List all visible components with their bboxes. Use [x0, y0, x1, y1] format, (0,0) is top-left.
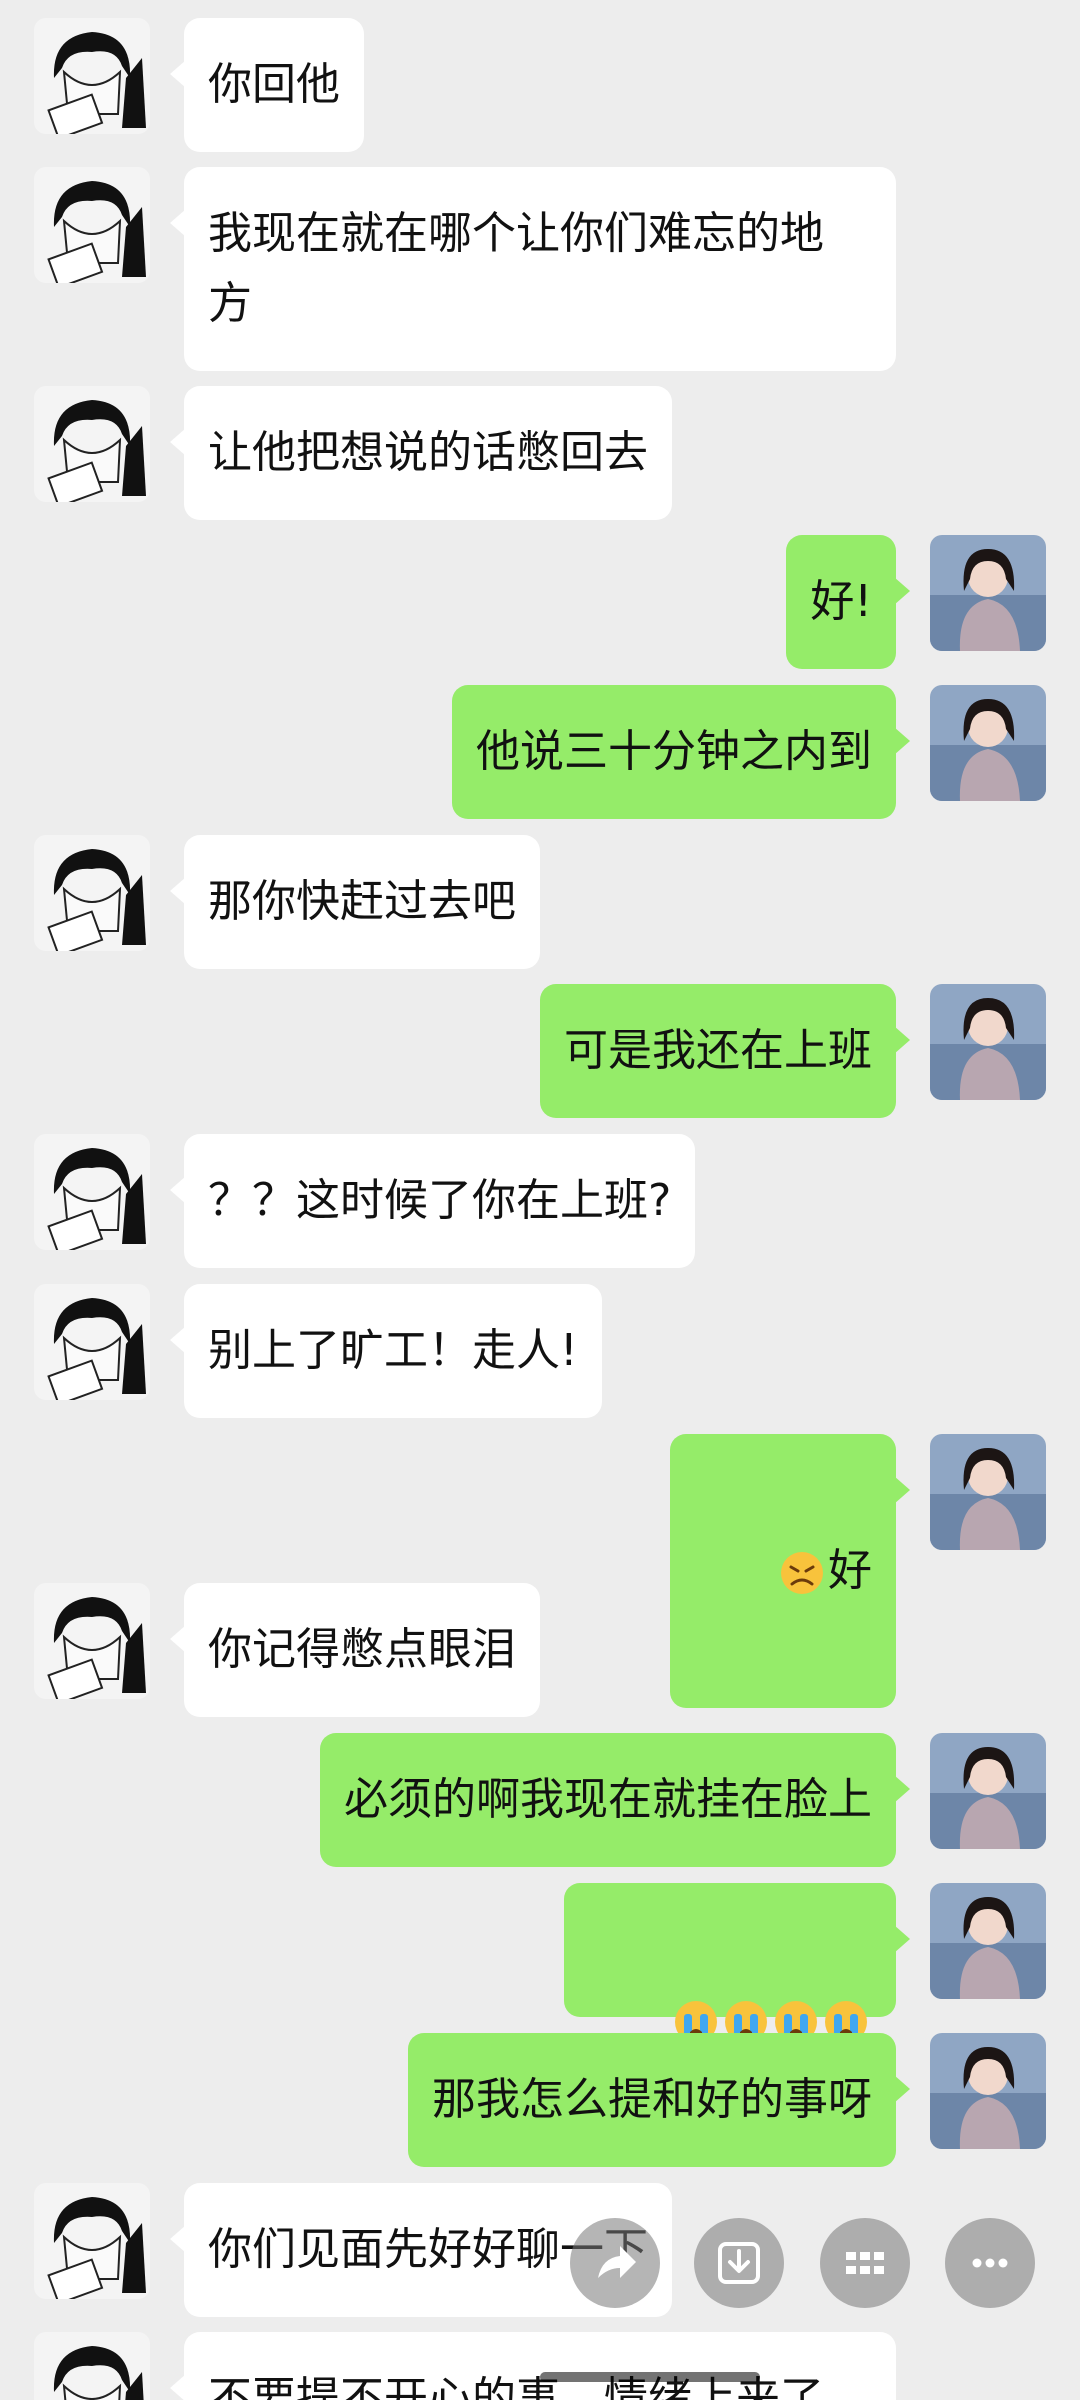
contact-avatar[interactable] — [34, 167, 150, 283]
my-avatar[interactable] — [930, 984, 1046, 1100]
more-button[interactable] — [945, 2218, 1035, 2308]
contact-avatar[interactable] — [34, 386, 150, 502]
download-button[interactable] — [694, 2218, 784, 2308]
grid-icon — [846, 2252, 884, 2274]
contact-avatar[interactable] — [34, 835, 150, 951]
message-bubble[interactable]: 我现在就在哪个让你们难忘的地 方 — [170, 167, 896, 371]
my-avatar[interactable] — [930, 1883, 1046, 1999]
message-bubble[interactable] — [564, 1883, 910, 2043]
contact-avatar[interactable] — [34, 1583, 150, 1699]
message-bubble[interactable]: 好! — [786, 535, 910, 669]
message-bubble[interactable]: 那你快赶过去吧 — [170, 835, 540, 969]
my-avatar[interactable] — [930, 535, 1046, 651]
message-bubble[interactable]: 可是我还在上班 — [540, 984, 910, 1118]
message-text: 好 — [828, 1545, 872, 1596]
my-avatar[interactable] — [930, 1434, 1046, 1550]
message-bubble[interactable]: ？？这时候了你在上班? — [169, 1134, 696, 1268]
chat-screen: 你回他 我现在就在哪个让你们难忘的地 方 让他把想说的话憋回去 好! 他说三十分… — [0, 0, 1080, 2400]
share-icon — [598, 2246, 636, 2278]
message-bubble[interactable]: 别上了旷工！走人! — [170, 1284, 602, 1418]
contact-avatar[interactable] — [34, 2183, 150, 2299]
message-bubble[interactable]: 不要提不开心的事，情绪上来了 — [170, 2332, 896, 2400]
my-avatar[interactable] — [930, 1733, 1046, 1849]
download-icon — [718, 2242, 760, 2284]
share-button[interactable] — [570, 2218, 660, 2308]
persevering-face-icon — [778, 1549, 826, 1597]
my-avatar[interactable] — [930, 685, 1046, 801]
message-bubble[interactable]: 让他把想说的话憋回去 — [170, 386, 672, 520]
more-icon — [972, 2258, 1008, 2268]
contact-avatar[interactable] — [34, 2332, 150, 2400]
my-avatar[interactable] — [930, 2033, 1046, 2149]
message-bubble[interactable]: 你回他 — [170, 18, 364, 152]
home-indicator[interactable] — [540, 2372, 760, 2382]
message-bubble[interactable]: 好 — [670, 1434, 910, 1708]
message-bubble[interactable]: 他说三十分钟之内到 — [452, 685, 910, 819]
grid-button[interactable] — [820, 2218, 910, 2308]
contact-avatar[interactable] — [34, 18, 150, 134]
message-bubble[interactable]: 你记得憋点眼泪 — [170, 1583, 540, 1717]
contact-avatar[interactable] — [34, 1134, 150, 1250]
message-bubble[interactable]: 那我怎么提和好的事呀 — [408, 2033, 910, 2167]
message-bubble[interactable]: 必须的啊我现在就挂在脸上 — [320, 1733, 910, 1867]
contact-avatar[interactable] — [34, 1284, 150, 1400]
